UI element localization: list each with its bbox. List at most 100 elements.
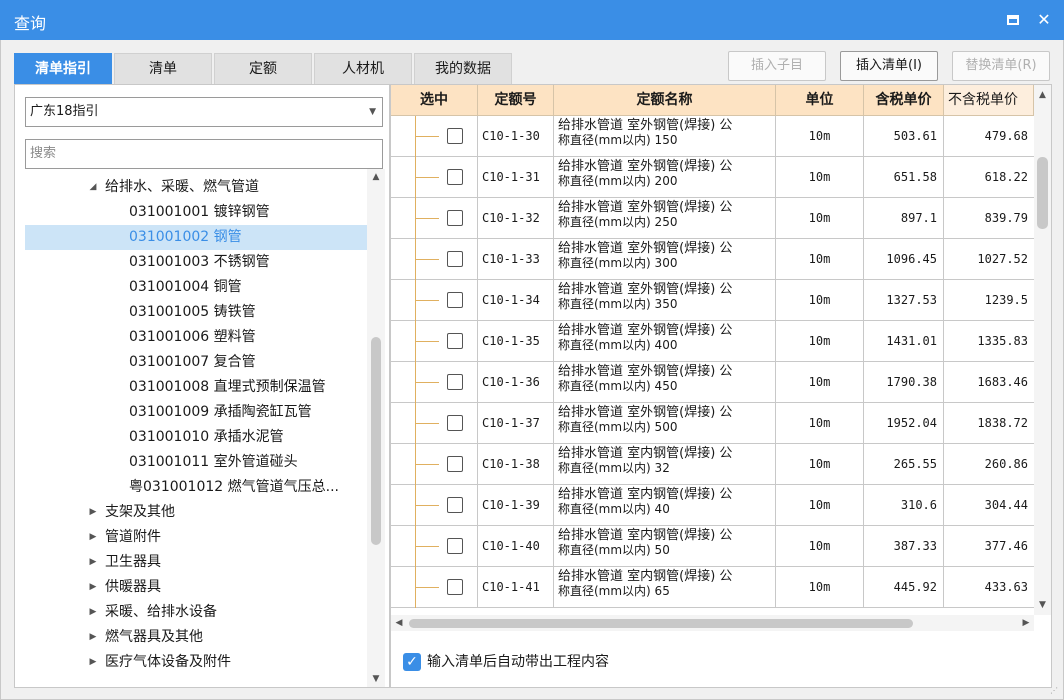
tree-leaf[interactable]: 031001003 不锈钢管 (25, 250, 367, 275)
table-row[interactable]: C10-1-36 给排水管道 室外钢管(焊接) 公称直径(mm以内) 450 10m… (391, 362, 1034, 403)
grid-vertical-scrollbar[interactable]: ▲ ▼ (1034, 85, 1051, 615)
grid-horizontal-scrollbar[interactable]: ◀ ▶ (391, 615, 1034, 631)
row-checkbox[interactable] (447, 169, 463, 185)
scroll-left-icon[interactable]: ◀ (391, 615, 407, 631)
scroll-down-icon[interactable]: ▼ (367, 671, 385, 687)
expand-triangle-icon[interactable]: ▶ (87, 550, 99, 575)
quota-name-line1: 给排水管道 室外钢管(焊接) 公 (558, 282, 733, 297)
row-checkbox[interactable] (447, 456, 463, 472)
row-checkbox[interactable] (447, 333, 463, 349)
tree-leaf[interactable]: 粤031001012 燃气管道气压总... (25, 475, 367, 500)
table-row[interactable]: C10-1-37 给排水管道 室外钢管(焊接) 公称直径(mm以内) 500 10m… (391, 403, 1034, 444)
tree-node[interactable]: ▶ 供暖器具 (25, 575, 367, 600)
scroll-down-icon[interactable]: ▼ (1034, 597, 1051, 613)
row-checkbox[interactable] (447, 251, 463, 267)
expand-triangle-icon[interactable]: ▶ (87, 500, 99, 525)
expand-triangle-icon[interactable]: ▶ (87, 575, 99, 600)
row-checkbox[interactable] (447, 415, 463, 431)
insert-child-button[interactable]: 插入子目 (728, 51, 826, 81)
quota-name-cell: 给排水管道 室外钢管(焊接) 公称直径(mm以内) 300 (554, 239, 776, 279)
row-checkbox[interactable] (447, 210, 463, 226)
table-row[interactable]: C10-1-39 给排水管道 室内钢管(焊接) 公称直径(mm以内) 40 10m 3… (391, 485, 1034, 526)
header-price-tax: 含税单价 (864, 85, 944, 116)
price-no-tax-cell: 1683.46 (977, 375, 1028, 389)
quota-name-cell: 给排水管道 室外钢管(焊接) 公称直径(mm以内) 500 (554, 403, 776, 443)
tab-quota[interactable]: 定额 (214, 53, 312, 84)
scroll-up-icon[interactable]: ▲ (1034, 87, 1051, 103)
header-quota-code: 定额号 (478, 85, 554, 116)
expand-triangle-icon[interactable]: ▶ (87, 650, 99, 675)
table-row[interactable]: C10-1-34 给排水管道 室外钢管(焊接) 公称直径(mm以内) 350 10m… (391, 280, 1034, 321)
scroll-thumb[interactable] (371, 337, 381, 545)
quota-name-line1: 给排水管道 室内钢管(焊接) 公 (558, 487, 733, 502)
tree-node[interactable]: ▶ 卫生器具 (25, 550, 367, 575)
scroll-thumb[interactable] (409, 619, 913, 628)
table-row[interactable]: C10-1-30 给排水管道 室外钢管(焊接) 公称直径(mm以内) 150 10m… (391, 116, 1034, 157)
tree-leaf[interactable]: 031001011 室外管道碰头 (25, 450, 367, 475)
tree-connector (415, 423, 439, 424)
table-row[interactable]: C10-1-32 给排水管道 室外钢管(焊接) 公称直径(mm以内) 250 10m… (391, 198, 1034, 239)
replace-list-button[interactable]: 替换清单(R) (952, 51, 1050, 81)
tree-node[interactable]: ◢ 给排水、采暖、燃气管道 (25, 175, 367, 200)
table-row[interactable]: C10-1-38 给排水管道 室内钢管(焊接) 公称直径(mm以内) 32 10m 2… (391, 444, 1034, 485)
tree-node[interactable]: ▶ 采暖、给排水设备 (25, 600, 367, 625)
title-bar: 查询 ✕ (0, 0, 1064, 40)
expand-triangle-icon[interactable]: ▶ (87, 525, 99, 550)
table-row[interactable]: C10-1-40 给排水管道 室内钢管(焊接) 公称直径(mm以内) 50 10m 3… (391, 526, 1034, 567)
table-row[interactable]: C10-1-31 给排水管道 室外钢管(焊接) 公称直径(mm以内) 200 10m… (391, 157, 1034, 198)
tree-node[interactable]: ▶ 支架及其他 (25, 500, 367, 525)
auto-content-checkbox[interactable]: ✓ (403, 653, 421, 671)
price-no-tax-cell: 839.79 (984, 211, 1028, 225)
row-checkbox[interactable] (447, 128, 463, 144)
tab-list[interactable]: 清单 (114, 53, 212, 84)
tree-leaf[interactable]: 031001001 镀锌钢管 (25, 200, 367, 225)
scroll-right-icon[interactable]: ▶ (1018, 615, 1034, 631)
row-checkbox[interactable] (447, 497, 463, 513)
tab-list-guide[interactable]: 清单指引 (14, 53, 112, 84)
row-checkbox[interactable] (447, 292, 463, 308)
resize-grip-icon[interactable]: ⋰ (1050, 686, 1060, 696)
scroll-thumb[interactable] (1037, 157, 1048, 229)
table-row[interactable]: C10-1-35 给排水管道 室外钢管(焊接) 公称直径(mm以内) 400 10m… (391, 321, 1034, 362)
tree-node[interactable]: ▶ 管道附件 (25, 525, 367, 550)
expand-triangle-icon[interactable]: ▶ (87, 625, 99, 650)
tree-leaf[interactable]: 031001005 铸铁管 (25, 300, 367, 325)
tree-leaf[interactable]: 031001009 承插陶瓷缸瓦管 (25, 400, 367, 425)
guide-library-select[interactable]: 广东18指引 ▼ (25, 97, 383, 127)
tab-my-data[interactable]: 我的数据 (414, 53, 512, 84)
tree-leaf-selected[interactable]: 031001002 钢管 (25, 225, 367, 250)
close-button[interactable]: ✕ (1032, 8, 1056, 32)
tree-leaf[interactable]: 031001008 直埋式预制保温管 (25, 375, 367, 400)
tree-vertical-scrollbar[interactable]: ▲ ▼ (367, 169, 385, 687)
quota-code-cell: C10-1-40 (478, 526, 554, 566)
quota-name-cell: 给排水管道 室外钢管(焊接) 公称直径(mm以内) 150 (554, 116, 776, 156)
price-no-tax-cell: 1838.72 (977, 416, 1028, 430)
row-checkbox[interactable] (447, 374, 463, 390)
scroll-up-icon[interactable]: ▲ (367, 169, 385, 185)
row-checkbox[interactable] (447, 579, 463, 595)
select-cell (391, 239, 478, 280)
tree-node[interactable]: ▶ 医疗气体设备及附件 (25, 650, 367, 675)
maximize-button[interactable] (1002, 8, 1026, 32)
tree-leaf[interactable]: 031001007 复合管 (25, 350, 367, 375)
guide-tree: ◢ 给排水、采暖、燃气管道 031001001 镀锌钢管 031001002 钢… (25, 175, 367, 687)
tree-leaf[interactable]: 031001004 铜管 (25, 275, 367, 300)
tab-labor-material-machine[interactable]: 人材机 (314, 53, 412, 84)
row-checkbox[interactable] (447, 538, 463, 554)
collapse-triangle-icon[interactable]: ◢ (87, 175, 99, 200)
quota-name-cell: 给排水管道 室外钢管(焊接) 公称直径(mm以内) 350 (554, 280, 776, 320)
search-input[interactable]: 搜索 (25, 139, 383, 169)
insert-list-button[interactable]: 插入清单(I) (840, 51, 938, 81)
select-cell (391, 567, 478, 608)
tree-leaf[interactable]: 031001010 承插水泥管 (25, 425, 367, 450)
quota-name-cell: 给排水管道 室外钢管(焊接) 公称直径(mm以内) 400 (554, 321, 776, 361)
table-row[interactable]: C10-1-41 给排水管道 室内钢管(焊接) 公称直径(mm以内) 65 10m 4… (391, 567, 1034, 608)
price-no-tax-cell: 433.63 (984, 580, 1028, 594)
expand-triangle-icon[interactable]: ▶ (87, 600, 99, 625)
tree-connector (415, 587, 439, 588)
tree-node[interactable]: ▶ 燃气器具及其他 (25, 625, 367, 650)
quota-grid: 选中 定额号 定额名称 单位 含税单价 不含税单价 C10-1-30 给排水管道 … (391, 85, 1034, 615)
tree-leaf[interactable]: 031001006 塑料管 (25, 325, 367, 350)
table-row[interactable]: C10-1-33 给排水管道 室外钢管(焊接) 公称直径(mm以内) 300 10m… (391, 239, 1034, 280)
price-tax-cell: 1952.04 (864, 403, 944, 443)
